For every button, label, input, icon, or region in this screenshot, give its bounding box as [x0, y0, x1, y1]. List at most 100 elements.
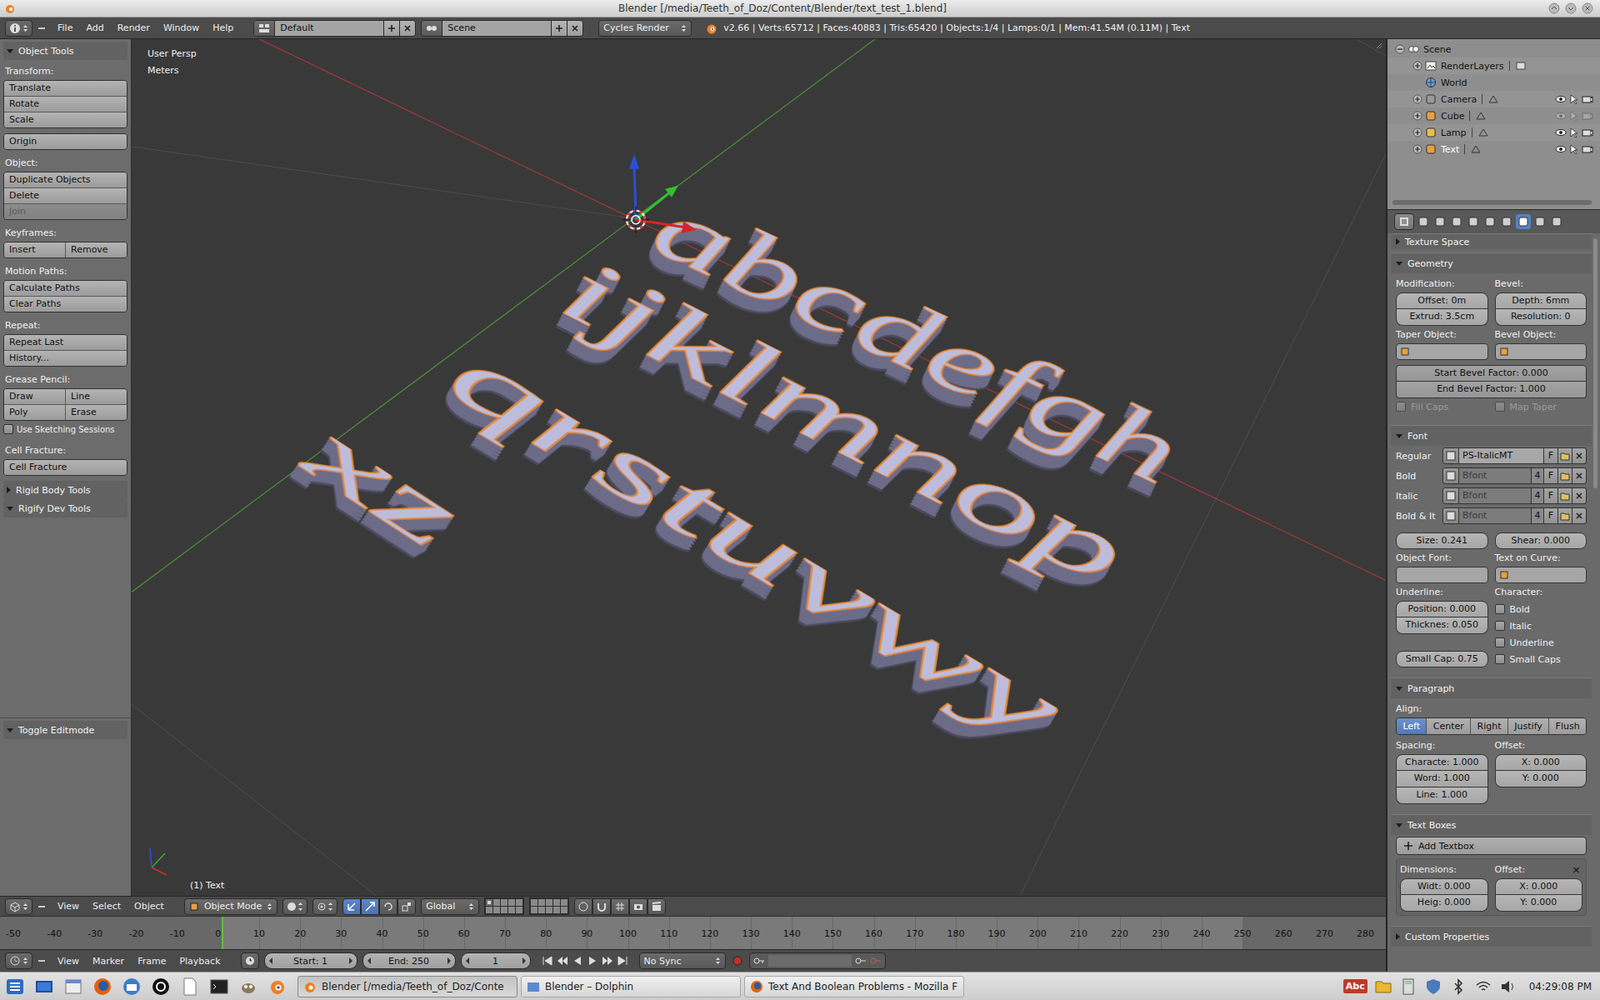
properties-tab[interactable]	[1515, 214, 1531, 230]
cursor-icon[interactable]	[1569, 110, 1580, 122]
layer-button[interactable]	[560, 906, 568, 914]
menu-item[interactable]: Render	[110, 22, 157, 34]
tool-button[interactable]: Duplicate Objects	[4, 172, 127, 188]
fake-user-button[interactable]: F	[1544, 467, 1559, 485]
panel-header[interactable]: Text Boxes	[1390, 814, 1592, 835]
increment-arrow-icon[interactable]	[522, 957, 526, 965]
tool-button[interactable]: Translate	[4, 80, 127, 96]
current-frame-field[interactable]: 1	[460, 952, 531, 970]
number-field[interactable]: Widt: 0.000	[1400, 878, 1489, 895]
layer-button[interactable]	[493, 899, 500, 906]
spell-check-icon[interactable]: Abc	[1343, 979, 1368, 994]
tool-button[interactable]: Clear Paths	[4, 296, 127, 312]
open-font-button[interactable]	[1558, 487, 1573, 505]
add-textbox-button[interactable]: Add Textbox	[1395, 836, 1587, 855]
properties-tab[interactable]	[1549, 214, 1565, 230]
decrement-arrow-icon[interactable]	[465, 957, 470, 965]
unlink-font-button[interactable]	[1572, 447, 1587, 465]
align-button[interactable]: Flush	[1548, 718, 1586, 735]
snap-element-dropdown[interactable]	[610, 898, 630, 915]
properties-tab[interactable]	[1532, 214, 1548, 230]
number-field[interactable]: Line: 1.000	[1395, 787, 1489, 805]
layer-button[interactable]	[560, 899, 568, 906]
editor-type-button[interactable]	[5, 20, 33, 37]
align-button[interactable]: Left	[1396, 718, 1426, 735]
slider-field[interactable]: Start Bevel Factor: 0.000	[1395, 365, 1587, 382]
panel-header[interactable]: Texture Space	[1390, 233, 1592, 250]
collapse-menu-icon[interactable]	[37, 956, 46, 965]
panel-header[interactable]: Font	[1390, 425, 1592, 446]
panel-header[interactable]: Rigify Dev Tools	[3, 499, 128, 518]
gimp-icon[interactable]	[238, 976, 259, 997]
properties-tab[interactable]	[1415, 214, 1431, 230]
shading-dropdown[interactable]	[282, 898, 308, 915]
properties-tab[interactable]	[1432, 214, 1448, 230]
play-reverse-icon[interactable]	[570, 955, 585, 967]
layer-button[interactable]	[553, 899, 560, 906]
tool-button[interactable]: Erase	[65, 405, 127, 420]
remove-textbox-button[interactable]: ×	[1570, 860, 1583, 879]
text-object-line[interactable]: xz	[285, 395, 477, 570]
scale-toggle[interactable]	[397, 898, 416, 915]
start-frame-field[interactable]: Start: 1	[264, 952, 358, 970]
font-browse-button[interactable]	[1442, 487, 1460, 505]
shield-icon[interactable]	[1424, 977, 1443, 996]
tool-button[interactable]: Cell Fracture	[4, 460, 127, 475]
outliner-item-name[interactable]: Camera	[1439, 94, 1477, 105]
font-name-field[interactable]: Bfont	[1459, 487, 1532, 505]
text-editor-icon[interactable]	[180, 976, 200, 997]
font-browse-button[interactable]	[1442, 467, 1460, 485]
tool-button[interactable]: Origin	[4, 134, 127, 150]
increment-arrow-icon[interactable]	[349, 957, 353, 965]
menu-item[interactable]: File	[50, 22, 80, 34]
collapse-menu-icon[interactable]	[37, 24, 46, 33]
collapse-menu-icon[interactable]	[37, 902, 46, 911]
add-layout-button[interactable]	[383, 20, 400, 36]
cursor-icon[interactable]	[1569, 93, 1580, 105]
eye-icon[interactable]	[1555, 93, 1567, 105]
menu-item[interactable]: Select	[85, 900, 128, 912]
layer-button[interactable]	[500, 906, 508, 914]
outliner-item-name[interactable]: Lamp	[1439, 127, 1467, 139]
properties-tab[interactable]	[1482, 214, 1498, 230]
checkbox-row[interactable]: Italic	[1495, 617, 1588, 635]
font-name-field[interactable]: PS-ItalicMT	[1459, 447, 1545, 465]
checkbox[interactable]	[3, 424, 14, 435]
layer-button[interactable]	[545, 899, 553, 906]
panel-header[interactable]: Paragraph	[1390, 677, 1592, 699]
slider-field[interactable]: End Bevel Factor: 1.000	[1395, 381, 1587, 399]
unlink-font-button[interactable]	[1572, 507, 1587, 525]
tool-button[interactable]: Line	[65, 389, 127, 405]
fake-user-button[interactable]: F	[1544, 447, 1559, 465]
outliner-row[interactable]: RenderLayers	[1387, 57, 1600, 75]
shear-field[interactable]: Shear: 0.000	[1495, 532, 1588, 550]
outliner-item-name[interactable]: Text	[1439, 144, 1460, 155]
expand-icon[interactable]	[1412, 94, 1423, 105]
checkbox[interactable]	[1495, 654, 1505, 665]
font-users-count[interactable]: 4	[1531, 467, 1545, 485]
panel-header[interactable]: Rigid Body Tools	[3, 480, 128, 500]
menu-item[interactable]: View	[50, 955, 86, 967]
properties-tab[interactable]	[1449, 214, 1465, 230]
editor-type-button[interactable]	[5, 952, 33, 970]
folder-icon[interactable]	[1374, 977, 1393, 996]
eye-icon[interactable]	[1555, 126, 1567, 139]
3d-viewport[interactable]: abcdefghijklmnopqrstuvwyxz User Persp Me…	[131, 39, 1386, 896]
outliner-item-name[interactable]: Cube	[1439, 110, 1465, 122]
layer-button[interactable]	[545, 906, 553, 914]
render-camera-icon[interactable]	[1581, 93, 1594, 105]
font-name-field[interactable]: Bfont	[1459, 467, 1532, 485]
menu-item[interactable]: View	[50, 900, 86, 912]
align-button[interactable]: Right	[1470, 718, 1508, 735]
decrement-arrow-icon[interactable]	[367, 957, 371, 965]
firefox-icon[interactable]	[92, 976, 113, 997]
taper-object-field[interactable]	[1395, 343, 1489, 360]
number-field[interactable]: Resolution: 0	[1495, 309, 1588, 326]
timeline-ruler[interactable]: -50 -40 -30 -20 -10 0 10 20 30 40 50 60 …	[0, 915, 1386, 950]
wifi-icon[interactable]	[1474, 977, 1493, 996]
tool-button[interactable]: Repeat Last	[4, 335, 127, 350]
expand-icon[interactable]	[1412, 144, 1423, 155]
next-keyframe-icon[interactable]	[600, 955, 615, 967]
editor-type-button[interactable]	[5, 898, 33, 915]
expand-icon[interactable]	[1412, 127, 1423, 138]
